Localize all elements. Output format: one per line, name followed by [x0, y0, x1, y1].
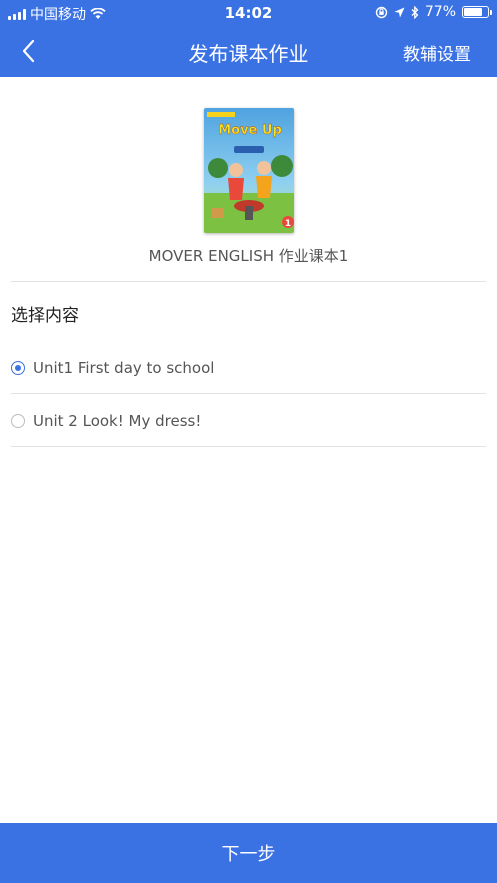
cover-title: Move Up [218, 123, 282, 138]
book-cover: Move Up 1 [204, 108, 294, 233]
option-unit-1[interactable]: Unit1 First day to school [11, 348, 486, 388]
bluetooth-icon [411, 5, 419, 19]
cover-number: 1 [285, 219, 291, 229]
radio-button[interactable] [11, 361, 25, 375]
option-unit-2[interactable]: Unit 2 Look! My dress! [11, 401, 486, 441]
book-title: MOVER ENGLISH 作业课本1 [148, 247, 349, 265]
location-icon [394, 7, 405, 17]
option-label: Unit 2 Look! My dress! [33, 412, 202, 430]
battery-percent: 77% [424, 4, 456, 20]
divider [11, 446, 486, 447]
top-bar: 中国移动 14:02 77% 发布课本作业 教辅设置 [0, 0, 497, 77]
option-label: Unit1 First day to school [33, 359, 215, 377]
battery-level [464, 8, 482, 16]
battery-icon [462, 6, 492, 18]
divider [11, 281, 486, 282]
next-step-button[interactable]: 下一步 [0, 823, 497, 883]
nav-bar: 发布课本作业 教辅设置 [0, 26, 497, 77]
status-right: 77% [375, 4, 492, 20]
divider [11, 393, 486, 394]
section-label: 选择内容 [11, 306, 79, 326]
radio-button[interactable] [11, 414, 25, 428]
tutor-settings-button[interactable]: 教辅设置 [403, 40, 471, 65]
rotation-lock-icon [375, 6, 388, 18]
status-bar: 中国移动 14:02 77% [0, 0, 497, 26]
